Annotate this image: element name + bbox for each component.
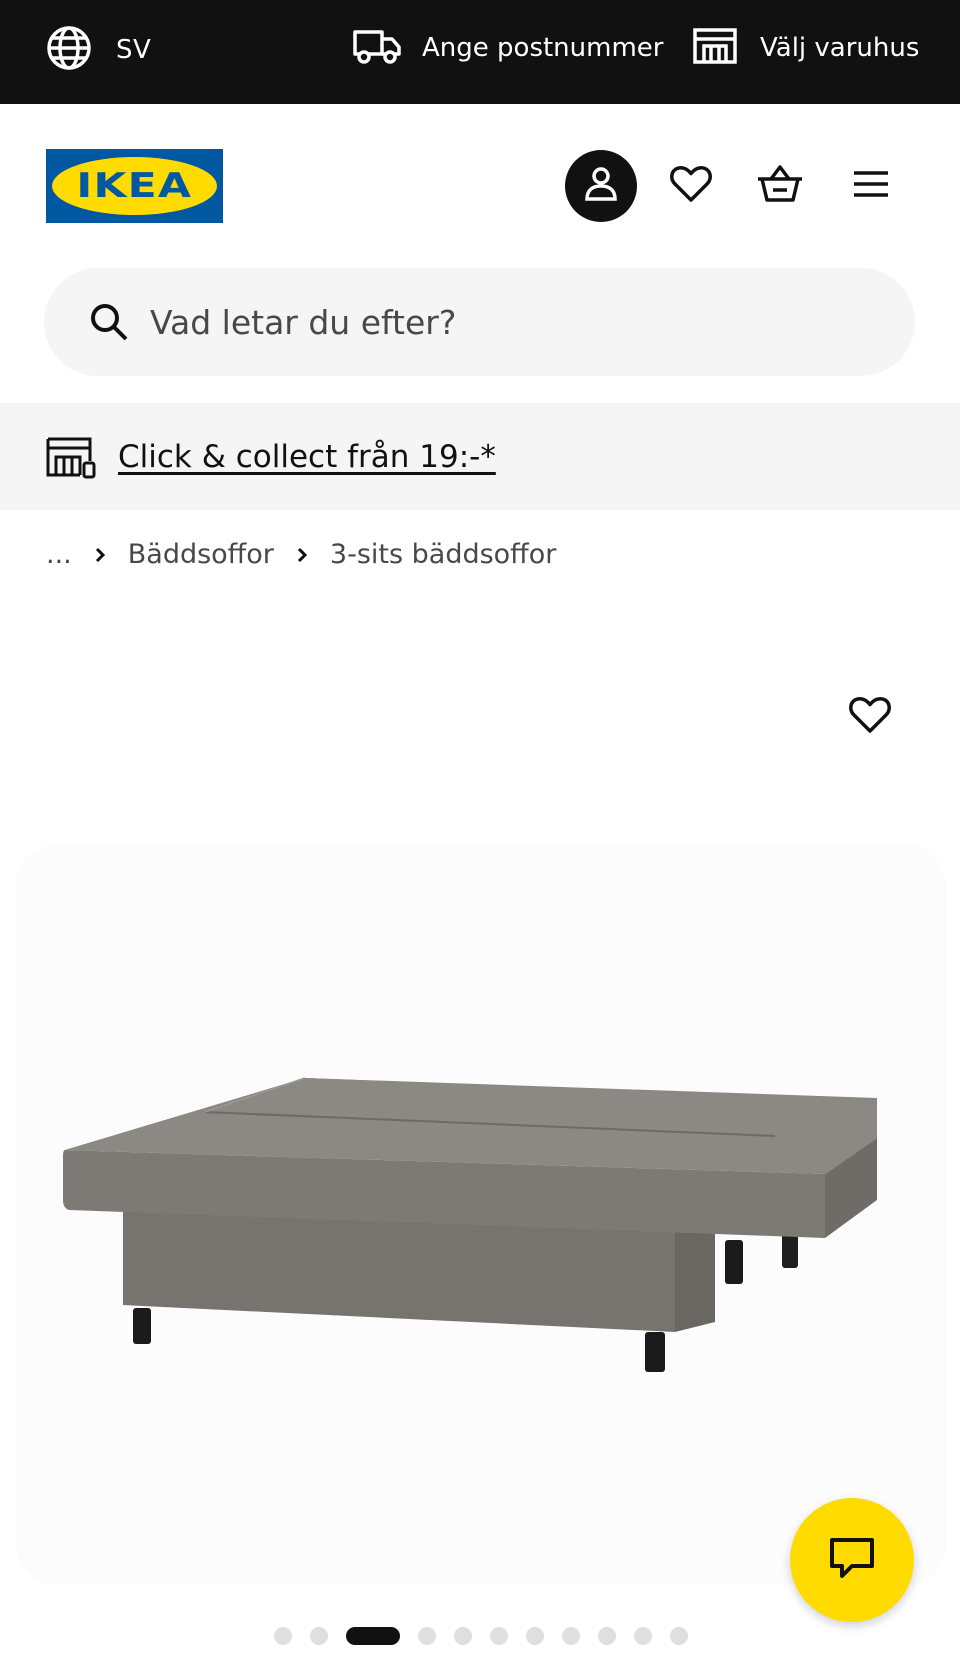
truck-icon (352, 26, 402, 70)
favorites-button[interactable] (665, 160, 717, 212)
pagination-dot[interactable] (490, 1627, 508, 1645)
pagination-dot[interactable] (526, 1627, 544, 1645)
pagination-dot[interactable] (418, 1627, 436, 1645)
breadcrumb-ellipsis[interactable]: ... (46, 539, 72, 570)
cart-button[interactable] (752, 160, 808, 212)
person-icon (582, 165, 620, 207)
ikea-logo[interactable]: IKEA (46, 149, 223, 223)
store-icon (692, 26, 738, 70)
pagination-dot[interactable] (634, 1627, 652, 1645)
store-locker-icon (46, 434, 98, 480)
search-input[interactable] (150, 302, 830, 342)
pagination-dot[interactable] (310, 1627, 328, 1645)
logo-text: IKEA (76, 166, 193, 206)
language-selector[interactable]: SV (46, 25, 151, 75)
chat-button[interactable] (790, 1498, 914, 1622)
breadcrumb-item-baddsoffor[interactable]: Bäddsoffor (128, 539, 274, 570)
search-icon (88, 301, 130, 343)
save-to-favorites-button[interactable] (848, 695, 892, 739)
basket-icon (756, 164, 804, 208)
pagination-dot[interactable] (598, 1627, 616, 1645)
chat-icon (828, 1536, 876, 1584)
account-button[interactable] (565, 150, 637, 222)
language-label: SV (116, 35, 152, 65)
heart-icon (670, 165, 712, 207)
click-collect-banner: Click & collect från 19:-* (0, 403, 960, 510)
breadcrumb-item-3-sits-baddsoffor[interactable]: 3-sits bäddsoffor (330, 539, 557, 570)
pagination-dot[interactable] (562, 1627, 580, 1645)
pagination-dot-active[interactable] (346, 1627, 400, 1645)
click-collect-link[interactable]: Click & collect från 19:-* (118, 439, 496, 475)
globe-icon (46, 25, 92, 75)
logo-oval: IKEA (52, 157, 217, 215)
product-image-sofa-bed (63, 1077, 877, 1372)
menu-button[interactable] (845, 160, 897, 212)
store-selector-label: Välj varuhus (760, 33, 920, 63)
chevron-right-icon (296, 546, 308, 564)
pagination-dot[interactable] (454, 1627, 472, 1645)
breadcrumb: ... Bäddsoffor 3-sits bäddsoffor (46, 539, 556, 570)
postal-code-button[interactable]: Ange postnummer (352, 26, 663, 70)
postal-code-label: Ange postnummer (422, 33, 664, 63)
pagination-dot[interactable] (274, 1627, 292, 1645)
gallery-pagination (274, 1626, 706, 1646)
heart-icon (849, 696, 891, 738)
store-selector-button[interactable]: Välj varuhus (692, 26, 919, 70)
search-bar[interactable] (44, 268, 915, 376)
hamburger-icon (852, 169, 890, 203)
pagination-dot[interactable] (670, 1627, 688, 1645)
top-utility-bar: SV Ange postnummer Välj varuhus (0, 0, 960, 104)
chevron-right-icon (94, 546, 106, 564)
